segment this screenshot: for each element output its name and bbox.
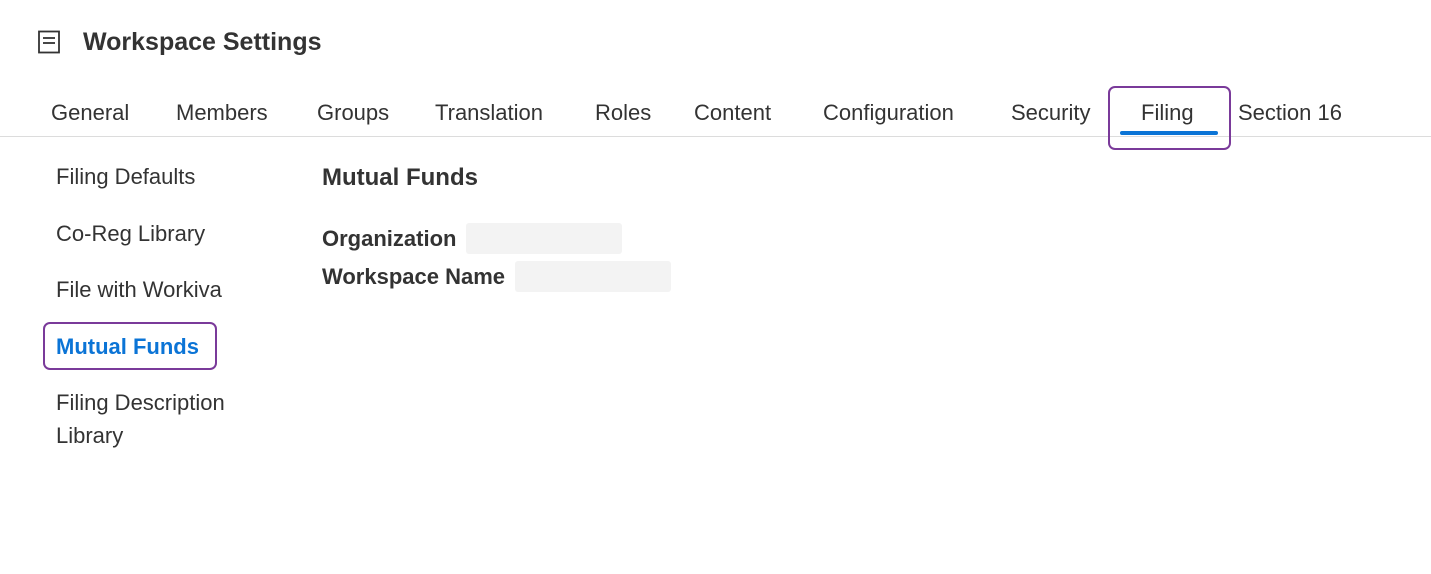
tab-section-16[interactable]: Section 16: [1238, 90, 1342, 136]
workspace-name-value: [515, 261, 672, 292]
tab-configuration[interactable]: Configuration: [823, 90, 954, 136]
workspace-name-row: Workspace Name: [322, 261, 672, 292]
tab-roles[interactable]: Roles: [595, 90, 651, 136]
tab-content[interactable]: Content: [694, 90, 771, 136]
sidebar-item-co-reg-library[interactable]: Co-Reg Library: [56, 217, 205, 250]
tab-general[interactable]: General: [51, 90, 129, 136]
tab-bar: General Members Groups Translation Roles…: [0, 90, 1431, 137]
page-title: Workspace Settings: [83, 27, 322, 56]
tab-security[interactable]: Security: [1011, 90, 1090, 136]
organization-label: Organization: [322, 225, 457, 251]
organization-value: [466, 223, 623, 254]
document-list-icon: [37, 30, 61, 54]
active-tab-indicator: [1120, 131, 1218, 135]
tab-members[interactable]: Members: [176, 90, 268, 136]
sidebar-item-file-with-workiva[interactable]: File with Workiva: [56, 273, 222, 306]
page-header: Workspace Settings: [37, 22, 322, 62]
tab-groups[interactable]: Groups: [317, 90, 389, 136]
workspace-name-label: Workspace Name: [322, 263, 506, 289]
section-title: Mutual Funds: [322, 164, 478, 191]
sidebar-item-filing-defaults[interactable]: Filing Defaults: [56, 160, 195, 193]
sidebar-item-filing-description-library[interactable]: Filing Description Library: [56, 386, 266, 452]
tab-translation[interactable]: Translation: [435, 90, 543, 136]
organization-row: Organization: [322, 223, 623, 254]
sidebar-item-mutual-funds[interactable]: Mutual Funds: [56, 330, 199, 363]
tab-filing[interactable]: Filing: [1141, 90, 1194, 136]
